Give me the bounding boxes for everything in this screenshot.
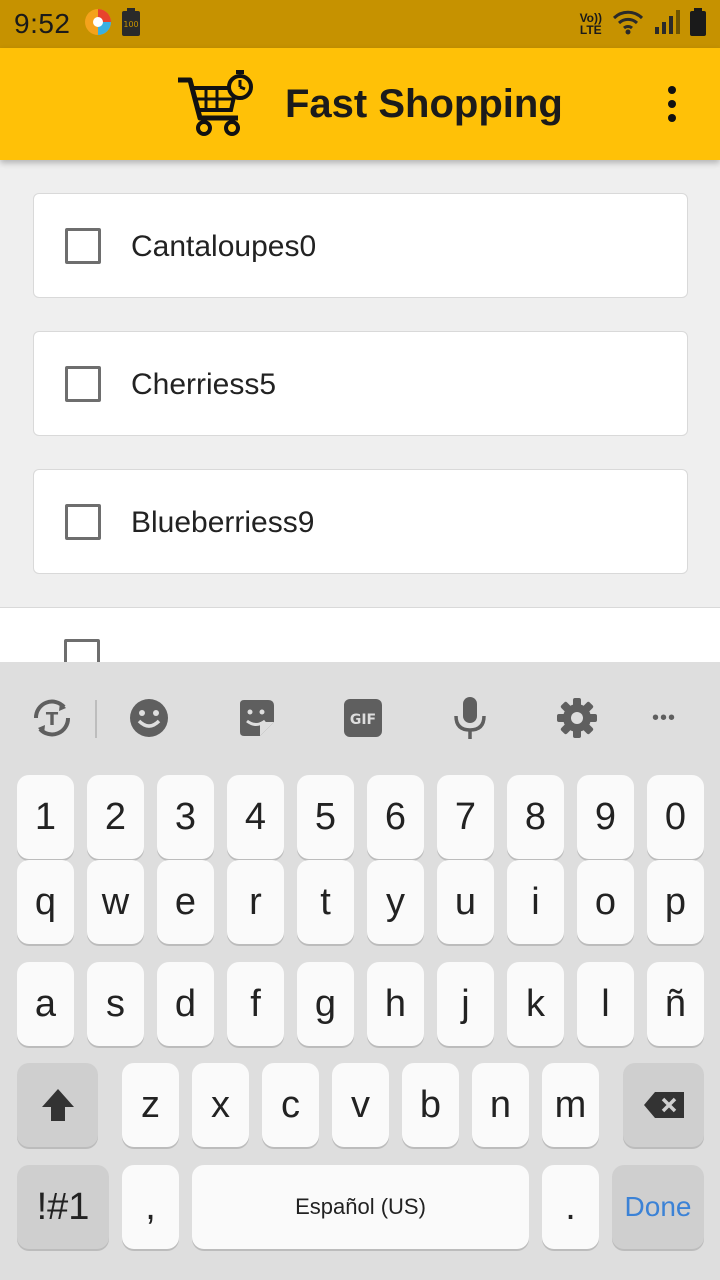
shift-key[interactable]	[17, 1063, 98, 1147]
sticker-icon[interactable]	[234, 696, 278, 740]
on-screen-keyboard: T GIF ••• 1 2 3 4 5 6 7 8 9 0 q w e r t …	[0, 662, 720, 1280]
key-f[interactable]: f	[227, 962, 284, 1046]
item-label: Cherriess5	[131, 368, 277, 401]
svg-text:T: T	[46, 709, 59, 730]
shopping-cart-timer-icon	[176, 68, 256, 140]
app-bar: Fast Shopping	[0, 48, 720, 160]
toolbar-divider	[95, 700, 97, 738]
key-v[interactable]: v	[332, 1063, 389, 1147]
key-e[interactable]: e	[157, 860, 214, 944]
key-g[interactable]: g	[297, 962, 354, 1046]
svg-text:GIF: GIF	[350, 712, 376, 728]
space-key[interactable]: Español (US)	[192, 1165, 529, 1249]
backspace-key[interactable]	[623, 1063, 704, 1147]
status-bar: 9:52 100 Vo)) LTE	[0, 0, 720, 48]
microphone-icon[interactable]	[448, 696, 492, 740]
list-item[interactable]: Cherriess5	[33, 331, 688, 436]
key-c[interactable]: c	[262, 1063, 319, 1147]
app-title: Fast Shopping	[285, 82, 563, 126]
key-s[interactable]: s	[87, 962, 144, 1046]
key-o[interactable]: o	[577, 860, 634, 944]
key-7[interactable]: 7	[437, 775, 494, 859]
done-key[interactable]: Done	[612, 1165, 704, 1249]
key-1[interactable]: 1	[17, 775, 74, 859]
period-key[interactable]: .	[542, 1165, 599, 1249]
key-2[interactable]: 2	[87, 775, 144, 859]
key-i[interactable]: i	[507, 860, 564, 944]
key-3[interactable]: 3	[157, 775, 214, 859]
symbols-key[interactable]: !#1	[17, 1165, 109, 1249]
key-p[interactable]: p	[647, 860, 704, 944]
key-h[interactable]: h	[367, 962, 424, 1046]
gif-icon[interactable]: GIF	[341, 696, 385, 740]
backspace-icon	[643, 1092, 684, 1118]
key-z[interactable]: z	[122, 1063, 179, 1147]
battery-icon	[690, 7, 706, 41]
key-y[interactable]: y	[367, 860, 424, 944]
key-q[interactable]: q	[17, 860, 74, 944]
key-k[interactable]: k	[507, 962, 564, 1046]
item-checkbox[interactable]	[65, 366, 101, 402]
key-m[interactable]: m	[542, 1063, 599, 1147]
item-checkbox[interactable]	[65, 228, 101, 264]
item-checkbox[interactable]	[65, 504, 101, 540]
translate-icon[interactable]: T	[30, 696, 74, 740]
key-l[interactable]: l	[577, 962, 634, 1046]
key-8[interactable]: 8	[507, 775, 564, 859]
battery-label: 100	[123, 20, 138, 29]
key-x[interactable]: x	[192, 1063, 249, 1147]
status-time: 9:52	[14, 8, 71, 39]
key-b[interactable]: b	[402, 1063, 459, 1147]
comma-key[interactable]: ,	[122, 1165, 179, 1249]
item-checkbox[interactable]	[64, 639, 100, 662]
key-6[interactable]: 6	[367, 775, 424, 859]
key-9[interactable]: 9	[577, 775, 634, 859]
key-w[interactable]: w	[87, 860, 144, 944]
key-j[interactable]: j	[437, 962, 494, 1046]
battery-saver-icon: 100	[121, 7, 141, 41]
key-n[interactable]: n	[472, 1063, 529, 1147]
key-4[interactable]: 4	[227, 775, 284, 859]
emoji-icon[interactable]	[127, 696, 171, 740]
item-label: Cantaloupes0	[131, 230, 317, 263]
key-ñ[interactable]: ñ	[647, 962, 704, 1046]
key-d[interactable]: d	[157, 962, 214, 1046]
key-5[interactable]: 5	[297, 775, 354, 859]
more-icon[interactable]: •••	[642, 696, 686, 740]
list-item[interactable]: Blueberriess9	[33, 469, 688, 574]
more-vert-icon	[668, 86, 676, 94]
app-notification-icon	[83, 7, 113, 42]
key-u[interactable]: u	[437, 860, 494, 944]
key-0[interactable]: 0	[647, 775, 704, 859]
item-label: Blueberriess9	[131, 506, 315, 539]
overflow-menu-button[interactable]	[652, 76, 692, 132]
key-a[interactable]: a	[17, 962, 74, 1046]
shift-icon	[41, 1089, 74, 1121]
volte-indicator: Vo)) LTE	[579, 11, 602, 37]
key-r[interactable]: r	[227, 860, 284, 944]
list-item[interactable]: Cantaloupes0	[33, 193, 688, 298]
wifi-icon	[612, 9, 644, 40]
signal-icon	[654, 9, 680, 40]
keyboard-toolbar: T GIF •••	[0, 662, 720, 774]
settings-icon[interactable]	[555, 696, 599, 740]
key-t[interactable]: t	[297, 860, 354, 944]
shopping-list: Cantaloupes0 Cherriess5 Blueberriess9	[0, 160, 720, 662]
list-item[interactable]	[0, 607, 720, 662]
